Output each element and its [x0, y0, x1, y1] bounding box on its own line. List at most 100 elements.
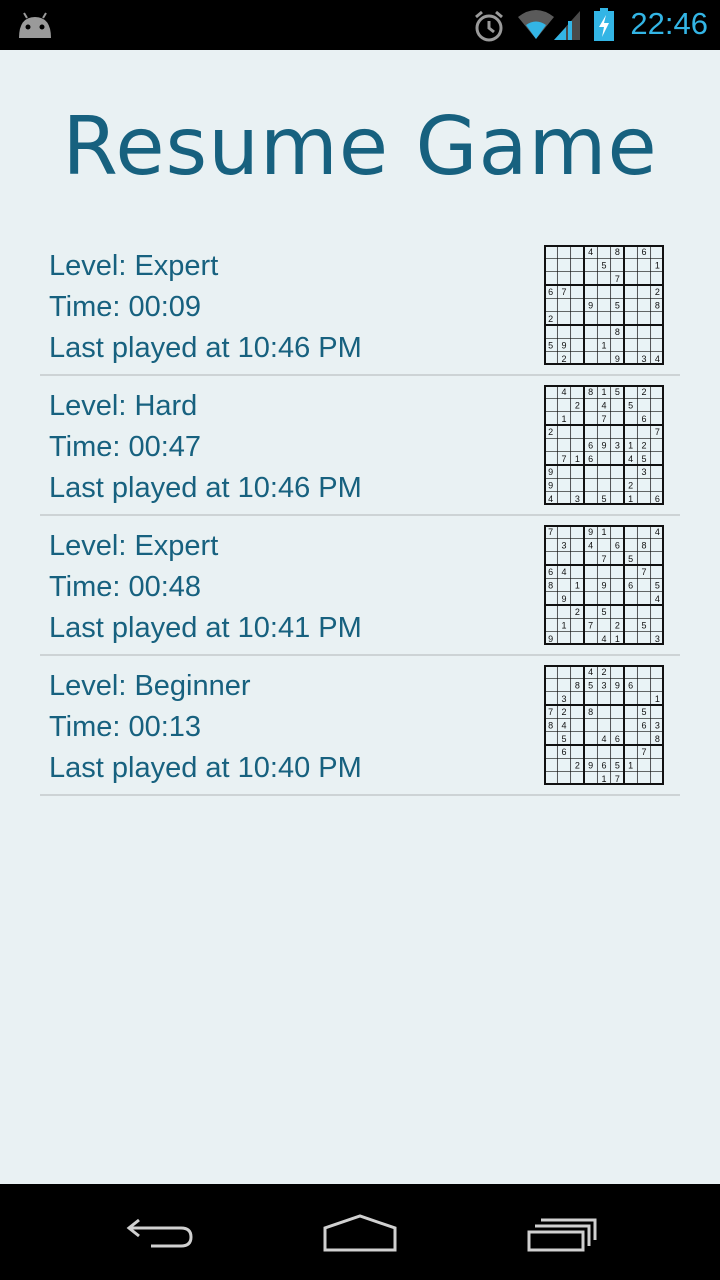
board-digit: 7: [561, 454, 566, 464]
board-digit: 4: [655, 354, 660, 364]
board-digit: 4: [588, 541, 593, 551]
board-digit: 5: [641, 454, 646, 464]
back-icon: [126, 1218, 193, 1248]
board-digit: 5: [561, 734, 566, 744]
game-last-played: Last played at 10:40 PM: [49, 752, 362, 784]
sudoku-grid: 4 8 1 5 22 4 51 7 62 76 9 3 1 27 1 6 4 59 39 24 3 5 1 6: [544, 385, 664, 505]
sudoku-board-thumbnail: 48152245176276931271645939243516: [544, 385, 664, 505]
board-digit: 1: [655, 694, 660, 704]
saved-game-item[interactable]: Level: Expert Time: 00:48 Last played at…: [40, 516, 680, 656]
saved-game-item[interactable]: Level: Expert Time: 00:09 Last played at…: [40, 236, 680, 376]
board-digit: 6: [628, 681, 633, 691]
board-digit: 3: [655, 634, 660, 644]
board-digit: 9: [548, 481, 553, 491]
saved-game-item[interactable]: Level: Beginner Time: 00:13 Last played …: [40, 656, 680, 796]
board-digit: 9: [561, 341, 566, 351]
board-digit: 1: [628, 494, 633, 504]
board-digit: 6: [588, 454, 593, 464]
board-digit: 4: [655, 594, 660, 604]
sudoku-board-thumbnail: 428539631728584635468672965117: [544, 665, 664, 785]
board-digit: 2: [575, 401, 580, 411]
board-digit: 1: [601, 387, 606, 397]
recent-apps-button[interactable]: [517, 1206, 607, 1258]
board-digit: 5: [641, 621, 646, 631]
board-digit: 2: [575, 761, 580, 771]
board-digit: 9: [588, 527, 593, 537]
signal-icon: [552, 9, 582, 46]
board-digit: 4: [588, 667, 593, 677]
board-digit: 6: [628, 581, 633, 591]
back-button[interactable]: [115, 1206, 205, 1258]
board-digit: 5: [615, 301, 620, 311]
board-digit: 6: [548, 287, 553, 297]
wifi-icon: [516, 9, 556, 46]
board-digit: 4: [601, 734, 606, 744]
board-digit: 9: [601, 581, 606, 591]
board-digit: 5: [615, 387, 620, 397]
board-digit: 9: [588, 761, 593, 771]
board-digit: 7: [641, 567, 646, 577]
board-digit: 4: [561, 721, 566, 731]
status-bar: 22:46: [0, 0, 720, 50]
board-digit: 8: [548, 581, 553, 591]
board-digit: 9: [615, 354, 620, 364]
board-digit: 1: [561, 621, 566, 631]
game-info: Level: Expert Time: 00:48 Last played at…: [49, 526, 362, 649]
board-digit: 4: [628, 454, 633, 464]
board-digit: 3: [561, 541, 566, 551]
board-digit: 3: [575, 494, 580, 504]
board-digit: 6: [655, 494, 660, 504]
board-digit: 1: [655, 261, 660, 271]
board-digit: 5: [615, 761, 620, 771]
game-time: Time: 00:13: [49, 711, 202, 743]
game-info: Level: Beginner Time: 00:13 Last played …: [49, 666, 362, 789]
board-digit: 3: [615, 441, 620, 451]
board-digit: 1: [601, 774, 606, 784]
board-digit: 5: [588, 681, 593, 691]
game-last-played: Last played at 10:46 PM: [49, 332, 362, 364]
board-digit: 5: [655, 581, 660, 591]
recent-apps-icon: [527, 1218, 597, 1252]
board-digit: 2: [628, 481, 633, 491]
page-title: Resume Game: [62, 100, 658, 193]
board-digit: 9: [548, 467, 553, 477]
board-digit: 7: [615, 274, 620, 284]
board-digit: 7: [588, 621, 593, 631]
board-digit: 5: [628, 554, 633, 564]
sudoku-grid: 7 9 1 43 4 6 87 56 4 78 1 9 6 59 42 51 7 2 59 4 1 3: [544, 525, 664, 645]
board-digit: 2: [641, 441, 646, 451]
board-digit: 9: [601, 441, 606, 451]
home-button[interactable]: [315, 1206, 405, 1258]
board-digit: 9: [561, 594, 566, 604]
board-digit: 2: [561, 707, 566, 717]
board-digit: 7: [655, 427, 660, 437]
board-digit: 2: [548, 427, 553, 437]
saved-game-item[interactable]: Level: Hard Time: 00:47 Last played at 1…: [40, 376, 680, 516]
sudoku-grid: 4 28 5 3 9 63 17 2 8 58 4 6 35 4 6 86 72 9 6 5 11 7: [544, 665, 664, 785]
board-digit: 4: [548, 494, 553, 504]
game-last-played: Last played at 10:41 PM: [49, 612, 362, 644]
game-info: Level: Hard Time: 00:47 Last played at 1…: [49, 386, 362, 509]
board-digit: 4: [655, 527, 660, 537]
game-time: Time: 00:47: [49, 431, 202, 463]
board-digit: 7: [548, 527, 553, 537]
board-digit: 8: [575, 681, 580, 691]
board-digit: 6: [615, 541, 620, 551]
board-digit: 8: [655, 301, 660, 311]
board-digit: 2: [575, 607, 580, 617]
board-digit: 7: [615, 774, 620, 784]
board-digit: 5: [641, 707, 646, 717]
board-digit: 8: [641, 541, 646, 551]
board-digit: 2: [601, 667, 606, 677]
home-icon: [323, 1214, 397, 1252]
board-digit: 6: [641, 721, 646, 731]
board-digit: 7: [561, 287, 566, 297]
board-digit: 5: [601, 607, 606, 617]
board-digit: 4: [601, 401, 606, 411]
game-level: Level: Expert: [49, 250, 219, 282]
board-digit: 1: [575, 454, 580, 464]
board-digit: 2: [641, 387, 646, 397]
board-digit: 1: [561, 414, 566, 424]
board-digit: 7: [548, 707, 553, 717]
game-time: Time: 00:09: [49, 291, 202, 323]
